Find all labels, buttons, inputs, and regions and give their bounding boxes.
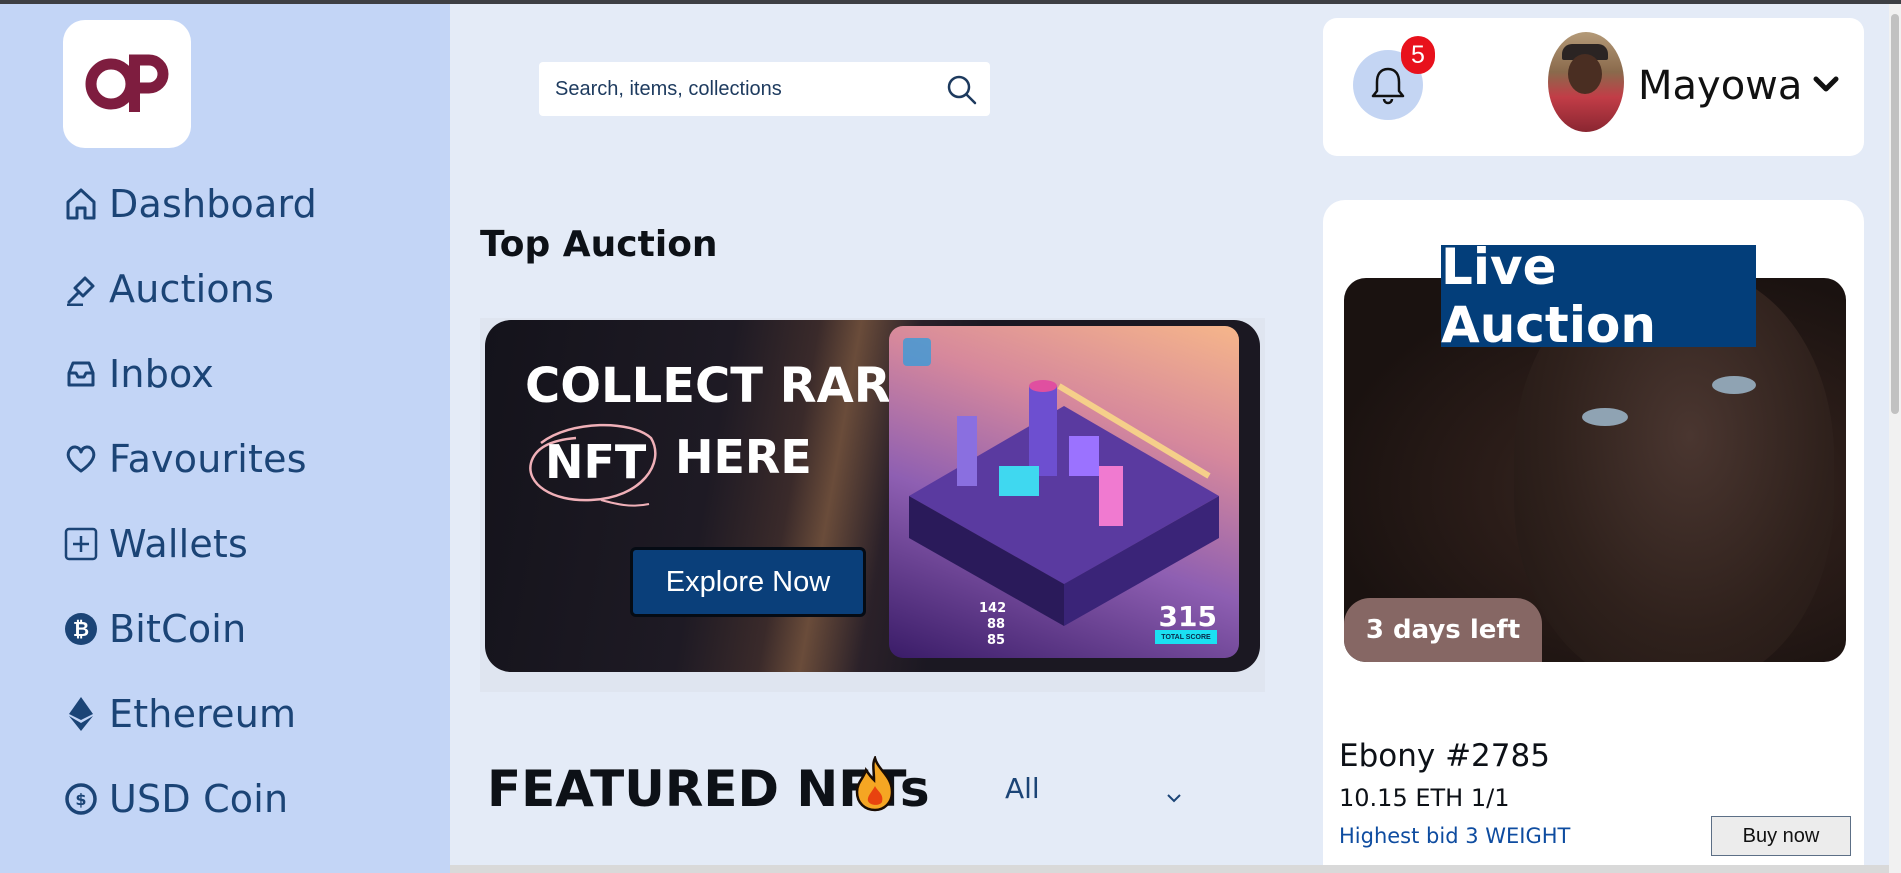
filter-value: All bbox=[1005, 771, 1040, 805]
banner-headline: COLLECT RARE bbox=[525, 358, 924, 414]
nft-price: 10.15 ETH 1/1 bbox=[1339, 784, 1510, 812]
nft-name: Ebony #2785 bbox=[1339, 738, 1550, 774]
sidebar-item-wallets[interactable]: Wallets bbox=[63, 514, 248, 574]
banner-suffix: HERE bbox=[675, 430, 812, 484]
svg-text:$: $ bbox=[75, 790, 86, 809]
stat-value: 142 bbox=[979, 601, 1007, 616]
avatar[interactable] bbox=[1548, 32, 1624, 132]
home-icon bbox=[63, 186, 99, 222]
inbox-icon bbox=[63, 356, 99, 392]
sidebar-item-label: Auctions bbox=[109, 267, 275, 311]
user-header: 5 Mayowa bbox=[1323, 18, 1864, 156]
sidebar-item-label: Wallets bbox=[109, 522, 249, 566]
top-auction-title: Top Auction bbox=[480, 224, 718, 265]
portrait-eye bbox=[1582, 408, 1628, 426]
chevron-down-icon[interactable] bbox=[1813, 76, 1839, 99]
highest-bid: Highest bid 3 WEIGHT bbox=[1339, 824, 1571, 848]
portrait-eye bbox=[1712, 376, 1756, 394]
sidebar-item-label: BitCoin bbox=[109, 607, 247, 651]
plus-square-icon bbox=[63, 526, 99, 562]
top-auction-banner-container: COLLECT RARE NFT HERE Explore Now 142 88… bbox=[480, 318, 1265, 692]
total-score-label: TOTAL SCORE bbox=[1155, 630, 1217, 644]
sidebar: Dashboard Auctions Inbox Favourites Wall… bbox=[0, 4, 450, 873]
sidebar-item-label: Inbox bbox=[109, 352, 214, 396]
stat-value: 88 bbox=[987, 617, 1006, 632]
live-auction-card: Live Auction 3 days left Ebony #2785 10.… bbox=[1323, 200, 1864, 873]
featured-list-peek bbox=[450, 865, 1889, 873]
usd-coin-icon: $ bbox=[63, 781, 99, 817]
stat-value: 85 bbox=[987, 633, 1006, 648]
time-left-badge: 3 days left bbox=[1344, 598, 1542, 662]
svg-text:₿: ₿ bbox=[73, 617, 89, 641]
sidebar-item-label: Dashboard bbox=[109, 182, 317, 226]
chevron-down-icon bbox=[1166, 778, 1182, 811]
avatar-face bbox=[1568, 54, 1602, 94]
featured-filter-select[interactable]: All bbox=[1005, 768, 1190, 808]
bell-icon bbox=[1371, 67, 1405, 105]
total-score-value: 315 bbox=[1158, 600, 1217, 633]
sidebar-item-favourites[interactable]: Favourites bbox=[63, 429, 307, 489]
sidebar-item-ethereum[interactable]: Ethereum bbox=[63, 684, 296, 744]
page-scrollbar[interactable] bbox=[1889, 4, 1901, 873]
explore-now-button[interactable]: Explore Now bbox=[630, 547, 866, 617]
gavel-icon bbox=[63, 271, 99, 307]
app-logo[interactable] bbox=[63, 20, 191, 148]
bitcoin-icon: ₿ bbox=[63, 611, 99, 647]
search-input[interactable] bbox=[555, 62, 935, 116]
ethereum-icon bbox=[63, 696, 99, 732]
search-icon[interactable] bbox=[946, 74, 978, 111]
heart-icon bbox=[63, 441, 99, 477]
sidebar-item-label: Ethereum bbox=[109, 692, 297, 736]
sidebar-item-dashboard[interactable]: Dashboard bbox=[63, 174, 317, 234]
username[interactable]: Mayowa bbox=[1638, 63, 1802, 109]
fire-icon bbox=[852, 754, 898, 817]
op-logo-icon bbox=[85, 54, 169, 112]
sidebar-item-inbox[interactable]: Inbox bbox=[63, 344, 214, 404]
banner-highlight: NFT bbox=[545, 435, 647, 489]
sidebar-item-label: USD Coin bbox=[109, 777, 289, 821]
search-bar bbox=[539, 62, 990, 116]
sidebar-item-bitcoin[interactable]: ₿ BitCoin bbox=[63, 599, 246, 659]
city-stats: 142 88 85 bbox=[905, 601, 1006, 649]
sidebar-item-auctions[interactable]: Auctions bbox=[63, 259, 274, 319]
sidebar-item-usd-coin[interactable]: $ USD Coin bbox=[63, 769, 288, 829]
isometric-city-image: 142 88 85 315 TOTAL SCORE bbox=[889, 326, 1239, 658]
buy-now-button[interactable]: Buy now bbox=[1711, 816, 1851, 856]
scrollbar-thumb[interactable] bbox=[1891, 14, 1899, 414]
sidebar-item-label: Favourites bbox=[109, 437, 307, 481]
live-auction-title: Live Auction bbox=[1441, 238, 1756, 354]
top-auction-banner: COLLECT RARE NFT HERE Explore Now 142 88… bbox=[485, 320, 1260, 672]
notification-badge: 5 bbox=[1401, 36, 1435, 74]
